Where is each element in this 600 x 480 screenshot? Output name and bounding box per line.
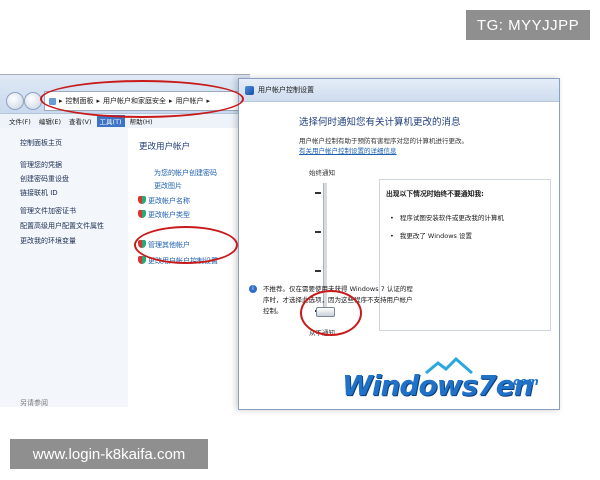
shield-icon bbox=[138, 210, 146, 218]
account-pane: 更改用户帐户 为您的帐户创建密码 更改图片 更改帐户名称 更改帐户类型 管理其他… bbox=[128, 128, 250, 407]
uac-title: 用户帐户控制设置 bbox=[258, 86, 314, 94]
watermark-bottom: www.login-k8kaifa.com bbox=[10, 439, 208, 469]
manage-credentials-link[interactable]: 管理您的凭据 bbox=[20, 160, 62, 170]
create-password-link[interactable]: 为您的帐户创建密码 bbox=[154, 168, 217, 178]
advanced-profile-link[interactable]: 配置高级用户配置文件属性 bbox=[20, 221, 104, 231]
uac-heading: 选择何时通知您有关计算机更改的消息 bbox=[299, 117, 461, 128]
annotation-ring-uac-link bbox=[134, 226, 238, 264]
menu-view[interactable]: 查看(V) bbox=[66, 115, 95, 127]
change-name-link[interactable]: 更改帐户名称 bbox=[148, 196, 190, 206]
menu-edit[interactable]: 编辑(E) bbox=[36, 115, 64, 127]
back-button[interactable] bbox=[6, 92, 24, 110]
file-encryption-link[interactable]: 管理文件加密证书 bbox=[20, 206, 76, 216]
change-account-heading: 更改用户帐户 bbox=[139, 142, 191, 152]
change-type-link[interactable]: 更改帐户类型 bbox=[148, 210, 190, 220]
shield-icon bbox=[138, 196, 146, 204]
warning-note-line: 控制。 bbox=[263, 307, 283, 315]
control-panel-home-link[interactable]: 控制面板主页 bbox=[20, 138, 62, 148]
slider-tick bbox=[315, 192, 321, 194]
forward-button[interactable] bbox=[24, 92, 42, 110]
uac-description: 用户帐户控制有助于预防有害程序对您的计算机进行更改。 bbox=[299, 137, 468, 145]
task-pane: 控制面板主页 管理您的凭据 创建密码重设盘 链接联机 ID 管理文件加密证书 配… bbox=[0, 128, 128, 407]
watermark-top: TG: MYYJJPP bbox=[466, 10, 590, 40]
notification-info-box: 出现以下情况时始终不要通知我: 程序试图安装软件或更改我的计算机 我更改了 Wi… bbox=[379, 179, 551, 331]
password-reset-disk-link[interactable]: 创建密码重设盘 bbox=[20, 174, 69, 184]
info-bullet: 我更改了 Windows 设置 bbox=[390, 230, 472, 240]
change-picture-link[interactable]: 更改图片 bbox=[154, 181, 182, 191]
info-heading: 出现以下情况时始终不要通知我: bbox=[386, 190, 484, 198]
site-logo-suffix: .com bbox=[509, 375, 539, 388]
uac-settings-window: 用户帐户控制设置 选择何时通知您有关计算机更改的消息 用户帐户控制有助于预防有害… bbox=[238, 78, 560, 410]
slider-top-label: 始终通知 bbox=[309, 169, 335, 177]
shield-icon bbox=[138, 256, 146, 264]
link-online-id-link[interactable]: 链接联机 ID bbox=[20, 188, 58, 198]
site-logo: Windows7en bbox=[342, 369, 534, 402]
annotation-ring-slider bbox=[300, 290, 362, 336]
annotation-ring-address bbox=[40, 80, 244, 118]
info-bullet: 程序试图安装软件或更改我的计算机 bbox=[390, 212, 504, 222]
slider-tick bbox=[315, 231, 321, 233]
environment-variables-link[interactable]: 更改我的环境变量 bbox=[20, 236, 76, 246]
uac-app-icon bbox=[245, 85, 254, 95]
see-also-label: 另请参阅 bbox=[20, 399, 48, 407]
menu-file[interactable]: 文件(F) bbox=[6, 115, 34, 127]
info-icon: i bbox=[249, 285, 257, 293]
uac-titlebar: 用户帐户控制设置 bbox=[239, 79, 559, 102]
slider-tick bbox=[315, 270, 321, 272]
uac-help-link[interactable]: 有关用户帐户控制设置的详细信息 bbox=[299, 145, 397, 155]
